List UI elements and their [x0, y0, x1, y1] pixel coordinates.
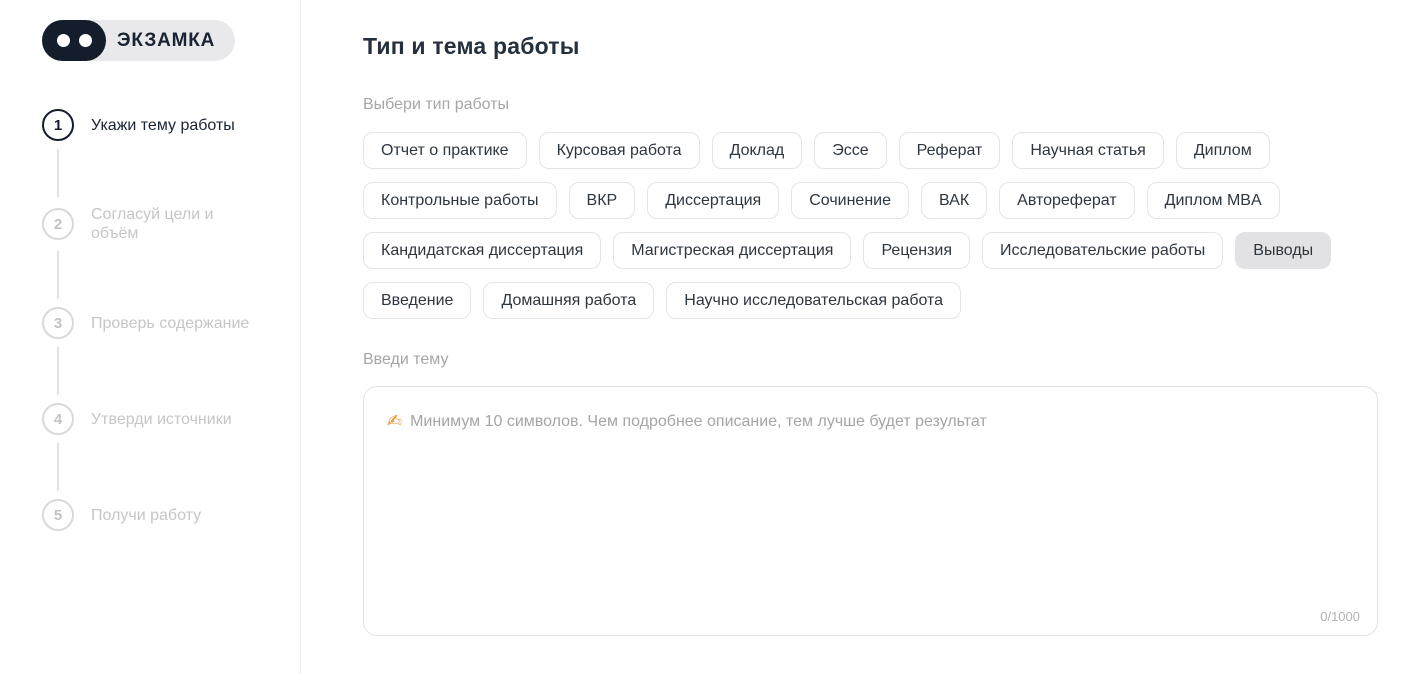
topic-label: Введи тему	[363, 351, 1428, 369]
work-type-chip[interactable]: Диплом	[1176, 132, 1270, 169]
logo-robot-icon	[42, 20, 106, 61]
wizard-stepper: 1 Укажи тему работы 2 Согласуй цели и об…	[42, 109, 300, 531]
step-2-goals: 2 Согласуй цели и объём	[42, 205, 300, 243]
work-type-chip[interactable]: ВКР	[569, 182, 636, 219]
work-type-chip-row: Контрольные работы ВКР Диссертация Сочинени…	[363, 182, 1428, 219]
work-type-chip[interactable]: Кандидатская диссертация	[363, 232, 601, 269]
step-connector	[57, 149, 59, 197]
step-number: 3	[42, 307, 74, 339]
step-connector	[57, 347, 59, 395]
work-type-chip[interactable]: Магистреская диссертация	[613, 232, 851, 269]
work-type-chip[interactable]: Диплом MBA	[1147, 182, 1280, 219]
work-type-chip[interactable]: Домашняя работа	[483, 282, 654, 319]
step-number: 2	[42, 208, 74, 240]
page-title: Тип и тема работы	[363, 33, 1428, 60]
robot-eye-icon	[57, 34, 70, 47]
step-number: 4	[42, 403, 74, 435]
work-type-chip[interactable]: Автореферат	[999, 182, 1135, 219]
logo-text: ЭКЗАМКА	[117, 30, 215, 52]
work-type-chip[interactable]: Введение	[363, 282, 471, 319]
work-type-chip[interactable]: ВАК	[921, 182, 987, 219]
work-type-chip[interactable]: Контрольные работы	[363, 182, 557, 219]
app-root: ЭКЗАМКА 1 Укажи тему работы 2 Согласуй ц…	[0, 0, 1428, 674]
step-label: Проверь содержание	[91, 314, 249, 333]
work-type-chip[interactable]: Выводы	[1235, 232, 1331, 269]
robot-eye-icon	[79, 34, 92, 47]
work-type-chip-row: Кандидатская диссертация Магистреская дис…	[363, 232, 1428, 269]
step-label: Укажи тему работы	[91, 116, 235, 135]
step-label: Согласуй цели и объём	[91, 205, 259, 243]
work-type-chip-list: Отчет о практике Курсовая работа Доклад Эсс…	[363, 132, 1428, 319]
topic-input-box: ✍ Минимум 10 символов. Чем подробнее опи…	[363, 386, 1378, 636]
topic-textarea[interactable]	[364, 387, 1377, 635]
step-1-topic: 1 Укажи тему работы	[42, 109, 300, 141]
step-label: Получи работу	[91, 506, 201, 525]
step-number: 1	[42, 109, 74, 141]
work-type-chip[interactable]: Научная статья	[1012, 132, 1163, 169]
work-type-label: Выбери тип работы	[363, 96, 1428, 114]
sidebar: ЭКЗАМКА 1 Укажи тему работы 2 Согласуй ц…	[0, 0, 301, 674]
main-content: Тип и тема работы Выбери тип работы Отче…	[301, 0, 1428, 674]
work-type-chip[interactable]: Исследовательские работы	[982, 232, 1223, 269]
step-connector	[57, 443, 59, 491]
work-type-chip[interactable]: Реферат	[899, 132, 1001, 169]
step-number: 5	[42, 499, 74, 531]
work-type-chip-row: Отчет о практике Курсовая работа Доклад Эсс…	[363, 132, 1428, 169]
work-type-chip[interactable]: Отчет о практике	[363, 132, 527, 169]
step-connector	[57, 251, 59, 299]
work-type-chip[interactable]: Диссертация	[647, 182, 779, 219]
step-label: Утверди источники	[91, 410, 232, 429]
step-3-contents: 3 Проверь содержание	[42, 307, 300, 339]
work-type-chip-row: Введение Домашняя работа Научно исследоват…	[363, 282, 1428, 319]
step-4-sources: 4 Утверди источники	[42, 403, 300, 435]
work-type-chip[interactable]: Курсовая работа	[539, 132, 700, 169]
work-type-chip[interactable]: Эссе	[814, 132, 886, 169]
work-type-chip[interactable]: Доклад	[712, 132, 803, 169]
step-5-result: 5 Получи работу	[42, 499, 300, 531]
work-type-chip[interactable]: Рецензия	[863, 232, 970, 269]
work-type-chip[interactable]: Сочинение	[791, 182, 909, 219]
work-type-chip[interactable]: Научно исследовательская работа	[666, 282, 961, 319]
logo[interactable]: ЭКЗАМКА	[42, 20, 235, 61]
